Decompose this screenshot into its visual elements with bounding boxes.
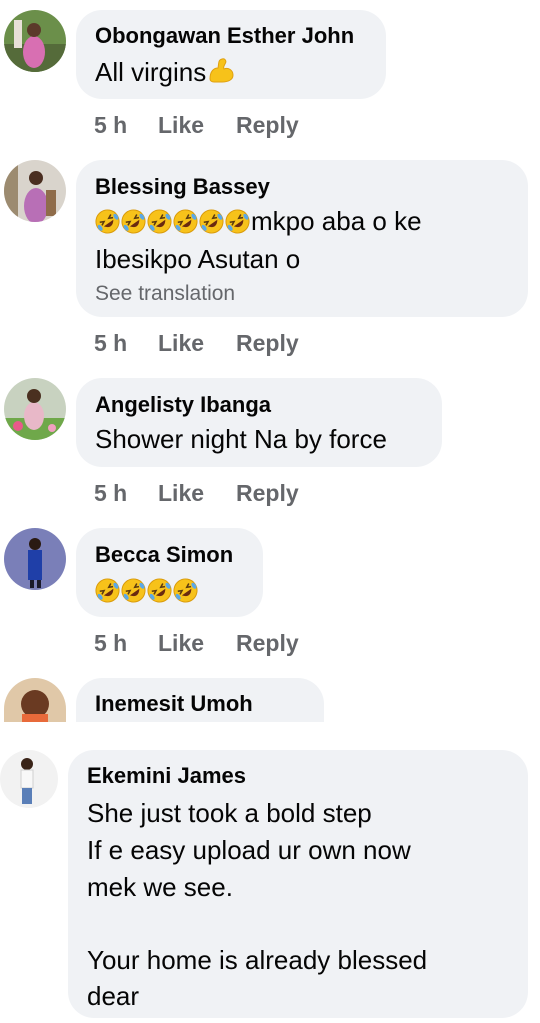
rolling-on-floor-laughing-icon — [199, 206, 224, 234]
like-button[interactable]: Like — [158, 112, 236, 139]
comment-bubble: Becca Simon — [76, 528, 263, 617]
rolling-on-floor-laughing-icon — [147, 575, 172, 603]
comment-text: All virgins — [95, 53, 237, 91]
comment-bubble: Obongawan Esther John All virgins — [76, 10, 386, 99]
comment-text — [95, 571, 199, 609]
like-button[interactable]: Like — [158, 630, 236, 657]
see-translation-link[interactable]: See translation — [95, 282, 235, 306]
flexed-biceps-icon — [206, 55, 236, 85]
comment-author[interactable]: Becca Simon — [95, 542, 233, 568]
comment-text-line: She just took a bold step — [87, 798, 372, 828]
comment-author[interactable]: Ekemini James — [87, 763, 246, 789]
comment-author[interactable]: Angelisty Ibanga — [95, 392, 271, 418]
reply-button[interactable]: Reply — [236, 330, 299, 357]
comment-actions: 5 h Like Reply — [94, 480, 299, 507]
comment-text: Shower night Na by force — [95, 424, 387, 454]
comment-text-line: Ibesikpo Asutan o — [95, 244, 301, 274]
rolling-on-floor-laughing-icon — [121, 575, 146, 603]
comment-text: mkpo aba o ke — [95, 202, 422, 240]
like-button[interactable]: Like — [158, 330, 236, 357]
comment-author[interactable]: Blessing Bassey — [95, 174, 270, 200]
comment-text-line: mek we see. — [87, 872, 233, 902]
avatar[interactable] — [4, 160, 66, 222]
avatar[interactable] — [4, 528, 66, 590]
comment-actions: 5 h Like Reply — [94, 630, 299, 657]
like-button[interactable]: Like — [158, 480, 236, 507]
comment-actions: 5 h Like Reply — [94, 330, 299, 357]
rolling-on-floor-laughing-icon — [225, 206, 250, 234]
comments-thread: Obongawan Esther John All virgins 5 h Lik… — [0, 0, 540, 1023]
rolling-on-floor-laughing-icon — [95, 206, 120, 234]
comment-text-line: mkpo aba o ke — [251, 206, 422, 236]
avatar[interactable] — [4, 10, 66, 72]
comment-text-content: All virgins — [95, 57, 207, 87]
rolling-on-floor-laughing-icon — [173, 575, 198, 603]
avatar[interactable] — [4, 678, 66, 722]
emoji-group — [95, 206, 251, 236]
comment-text-line: Your home is already blessed — [87, 945, 428, 975]
rolling-on-floor-laughing-icon — [147, 206, 172, 234]
rolling-on-floor-laughing-icon — [121, 206, 146, 234]
comment-author[interactable]: Inemesit Umoh — [95, 691, 253, 717]
avatar[interactable] — [4, 378, 66, 440]
avatar[interactable] — [0, 750, 58, 808]
comment-timestamp[interactable]: 5 h — [94, 330, 158, 357]
comment-timestamp[interactable]: 5 h — [94, 480, 158, 507]
comment-actions: 5 h Like Reply — [94, 112, 299, 139]
reply-button[interactable]: Reply — [236, 630, 299, 657]
rolling-on-floor-laughing-icon — [95, 575, 120, 603]
comment-timestamp[interactable]: 5 h — [94, 630, 158, 657]
emoji-group — [95, 575, 199, 605]
comment-bubble: Angelisty Ibanga Shower night Na by forc… — [76, 378, 442, 467]
reply-button[interactable]: Reply — [236, 112, 299, 139]
comment-text-line: If e easy upload ur own now — [87, 835, 411, 865]
comment-bubble: Inemesit Umoh — [76, 678, 324, 722]
rolling-on-floor-laughing-icon — [173, 206, 198, 234]
comment-bubble: Ekemini James She just took a bold step … — [68, 750, 528, 1018]
comment-bubble: Blessing Bassey mkpo aba o ke Ibesikpo A… — [76, 160, 528, 317]
comment-author[interactable]: Obongawan Esther John — [95, 23, 354, 49]
comment-text-line: dear — [87, 981, 140, 1011]
comment-timestamp[interactable]: 5 h — [94, 112, 158, 139]
reply-button[interactable]: Reply — [236, 480, 299, 507]
